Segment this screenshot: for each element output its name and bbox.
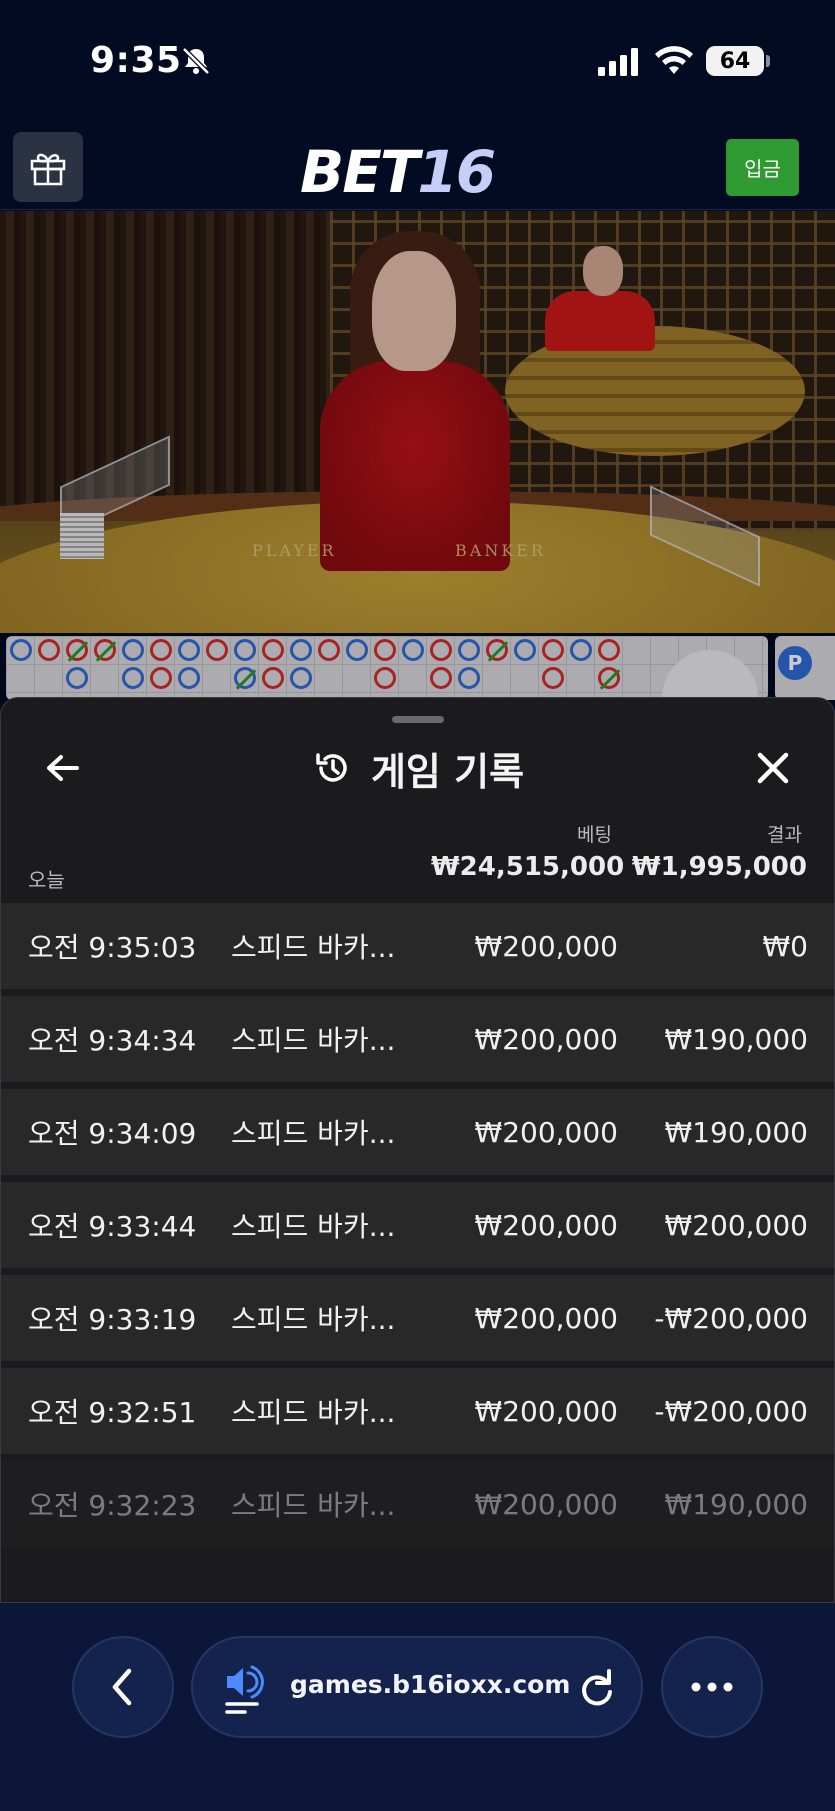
- row-result: ₩200,000: [664, 1208, 808, 1242]
- url-text: games.b16ioxx.com: [290, 1670, 571, 1699]
- battery-cap: [766, 55, 770, 67]
- app-header: BET16 입금: [0, 120, 835, 210]
- video-overlay: [0, 211, 835, 633]
- wifi-icon: [655, 46, 693, 74]
- row-time: 오전 9:34:09: [28, 1117, 197, 1150]
- sheet-header: 게임 기록: [1, 742, 834, 794]
- gift-button[interactable]: [13, 132, 83, 202]
- chevron-left-icon: [112, 1668, 132, 1706]
- history-icon: [316, 753, 347, 782]
- drag-handle[interactable]: [392, 716, 444, 723]
- speaker-icon: [225, 1665, 264, 1714]
- row-game: 스피드 바카...: [231, 931, 396, 964]
- row-bet: ₩200,000: [474, 1394, 618, 1428]
- more-options-button[interactable]: [661, 1636, 763, 1738]
- row-game: 스피드 바카...: [231, 1117, 396, 1150]
- sheet-title: 게임 기록: [370, 749, 525, 794]
- history-row[interactable]: 오전 9:32:23 스피드 바카... ₩200,000 ₩190,000: [1, 1461, 834, 1547]
- more-icon: [691, 1682, 733, 1692]
- logo-number: 16: [417, 138, 496, 206]
- row-time: 오전 9:35:03: [28, 931, 197, 964]
- history-row[interactable]: 오전 9:33:19 스피드 바카... ₩200,000 -₩200,000: [1, 1275, 834, 1361]
- row-bet: ₩200,000: [474, 1208, 618, 1242]
- close-icon: [757, 752, 789, 784]
- bet-column-header: 베팅: [577, 824, 612, 846]
- gift-icon: [30, 153, 66, 186]
- status-time: 9:35: [90, 40, 182, 81]
- history-row[interactable]: 오전 9:34:34 스피드 바카... ₩200,000 ₩190,000: [1, 996, 834, 1082]
- bell-slash-icon: [182, 47, 210, 75]
- row-result: ₩0: [762, 929, 809, 963]
- row-time: 오전 9:34:34: [28, 1024, 197, 1057]
- row-result: -₩200,000: [654, 1394, 808, 1428]
- battery-indicator: 64: [706, 46, 764, 76]
- roadmap-overlay: [0, 633, 835, 703]
- deposit-button[interactable]: 입금: [726, 139, 799, 196]
- total-bet: ₩24,515,000: [431, 852, 625, 882]
- result-column-header: 결과: [767, 824, 802, 846]
- row-result: -₩200,000: [654, 1301, 808, 1335]
- row-game: 스피드 바카...: [231, 1489, 396, 1522]
- history-row[interactable]: 오전 9:34:09 스피드 바카... ₩200,000 ₩190,000: [1, 1089, 834, 1175]
- row-time: 오전 9:32:23: [28, 1489, 197, 1522]
- history-row[interactable]: 오전 9:35:03 스피드 바카... ₩200,000 ₩0: [1, 903, 834, 989]
- browser-back-button[interactable]: [72, 1636, 174, 1738]
- row-game: 스피드 바카...: [231, 1210, 396, 1243]
- row-result: ₩190,000: [664, 1487, 808, 1521]
- row-time: 오전 9:32:51: [28, 1396, 197, 1429]
- browser-toolbar: games.b16ioxx.com: [0, 1603, 835, 1811]
- logo-main: BET: [300, 138, 419, 206]
- row-bet: ₩200,000: [474, 1487, 618, 1521]
- row-time: 오전 9:33:44: [28, 1210, 197, 1243]
- live-dealer-video[interactable]: PLAYER BANKER: [0, 211, 835, 633]
- history-row[interactable]: 오전 9:32:51 스피드 바카... ₩200,000 -₩200,000: [1, 1368, 834, 1454]
- game-history-sheet: 게임 기록 베팅 결과 오늘 ₩24,515,000 ₩1,995,000 오전…: [0, 697, 835, 1603]
- history-row[interactable]: 오전 9:33:44 스피드 바카... ₩200,000 ₩200,000: [1, 1182, 834, 1268]
- row-game: 스피드 바카...: [231, 1303, 396, 1336]
- row-bet: ₩200,000: [474, 1115, 618, 1149]
- row-game: 스피드 바카...: [231, 1396, 396, 1429]
- row-game: 스피드 바카...: [231, 1024, 396, 1057]
- today-label: 오늘: [28, 868, 65, 892]
- history-list: 오전 9:35:03 스피드 바카... ₩200,000 ₩0 오전 9:34…: [1, 903, 834, 1554]
- row-bet: ₩200,000: [474, 1301, 618, 1335]
- row-bet: ₩200,000: [474, 1022, 618, 1056]
- status-bar: 9:35 64: [0, 0, 835, 120]
- total-result: ₩1,995,000: [631, 852, 807, 882]
- address-bar[interactable]: games.b16ioxx.com: [191, 1636, 643, 1738]
- close-button[interactable]: [751, 746, 795, 790]
- row-bet: ₩200,000: [474, 929, 618, 963]
- row-time: 오전 9:33:19: [28, 1303, 197, 1336]
- cellular-signal-icon: [598, 48, 638, 76]
- row-result: ₩190,000: [664, 1115, 808, 1149]
- reload-icon[interactable]: [577, 1668, 617, 1710]
- row-result: ₩190,000: [664, 1022, 808, 1056]
- bet16-logo[interactable]: BET16: [300, 138, 496, 206]
